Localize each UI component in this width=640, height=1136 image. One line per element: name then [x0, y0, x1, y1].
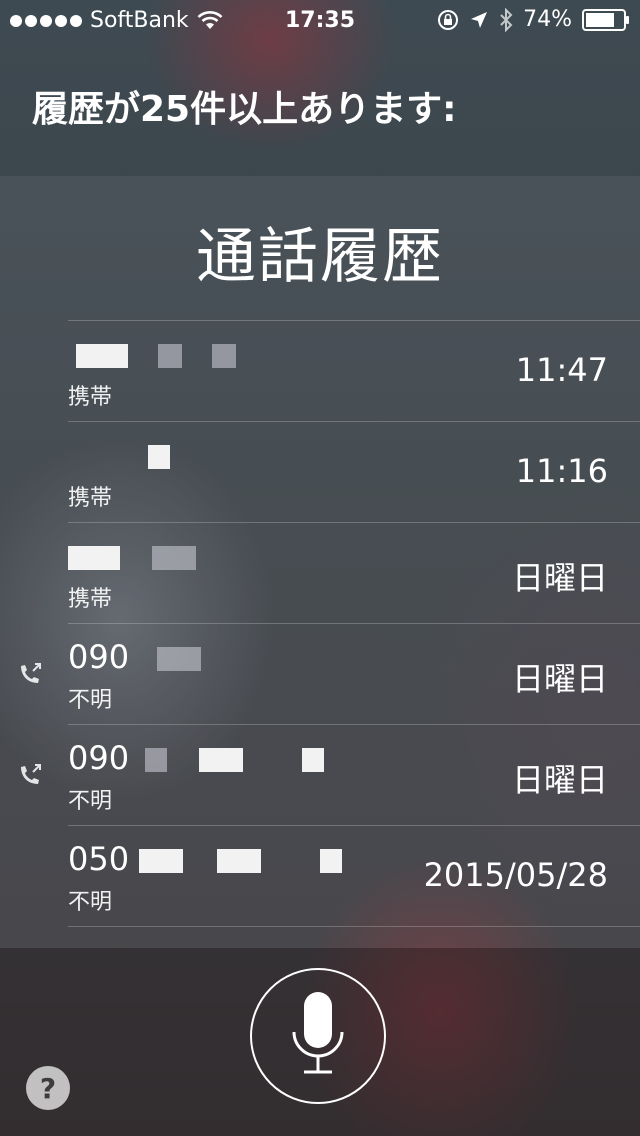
number-type: 不明 — [68, 789, 113, 814]
location-arrow-icon — [471, 11, 488, 28]
redacted-block — [157, 647, 202, 671]
card-title: 通話履歴 — [196, 222, 444, 292]
contact-name — [68, 335, 240, 375]
call-row[interactable]: 携帯 11:47 — [68, 320, 640, 421]
bluetooth-icon — [500, 7, 513, 32]
status-bar: SoftBank 17:35 74% — [0, 0, 640, 40]
call-time: 11:47 — [515, 351, 608, 389]
rotation-lock-icon — [438, 9, 459, 30]
call-date: 2015/05/28 — [423, 856, 608, 894]
help-button[interactable]: ? — [26, 1066, 70, 1110]
redacted-block — [68, 546, 120, 570]
call-day: 日曜日 — [511, 559, 608, 597]
contact-name — [68, 537, 200, 577]
outgoing-call-icon — [21, 663, 41, 683]
redacted-block — [145, 748, 168, 772]
number-type: 不明 — [68, 688, 113, 713]
contact-number: 090 — [68, 638, 205, 678]
redacted-block — [76, 344, 128, 368]
call-day: 日曜日 — [511, 660, 608, 698]
call-row[interactable]: 050 不明 2015/05/28 — [68, 825, 640, 927]
outgoing-call-icon — [21, 764, 41, 784]
number-type: 携帯 — [68, 385, 113, 410]
call-row[interactable]: 090 不明 日曜日 — [21, 623, 640, 724]
call-time: 11:16 — [515, 452, 608, 490]
redacted-block — [148, 445, 170, 469]
redacted-block — [152, 546, 197, 570]
redacted-block — [319, 849, 342, 873]
number-type: 携帯 — [68, 486, 113, 511]
call-history-card: 通話履歴 携帯 11:47 携帯 11:16 携帯 日曜日 090 不明 日曜日… — [0, 176, 640, 948]
redacted-block — [199, 748, 244, 772]
call-row[interactable]: 携帯 11:16 — [68, 421, 640, 522]
contact-number: 090 — [68, 739, 328, 779]
battery-icon — [582, 8, 629, 31]
call-list: 携帯 11:47 携帯 11:16 携帯 日曜日 090 不明 日曜日 090 … — [0, 320, 640, 927]
call-row[interactable]: 携帯 日曜日 — [68, 522, 640, 623]
status-right: 74% — [437, 7, 630, 32]
microphone-icon — [292, 992, 344, 1074]
siri-mic-button[interactable] — [250, 968, 386, 1104]
call-day: 日曜日 — [511, 761, 608, 799]
redacted-block — [301, 748, 324, 772]
call-row[interactable]: 090 不明 日曜日 — [21, 724, 640, 825]
number-type: 携帯 — [68, 587, 113, 612]
redacted-block — [212, 344, 237, 368]
contact-name — [68, 436, 174, 476]
number-type: 不明 — [68, 890, 113, 915]
redacted-block — [139, 849, 184, 873]
redacted-block — [158, 344, 183, 368]
siri-bottom-bar: ? — [0, 948, 640, 1136]
siri-response-heading: 履歴が25件以上あります: — [32, 89, 457, 130]
battery-percent: 74% — [523, 7, 572, 32]
contact-number: 050 — [68, 840, 346, 880]
redacted-block — [217, 849, 262, 873]
